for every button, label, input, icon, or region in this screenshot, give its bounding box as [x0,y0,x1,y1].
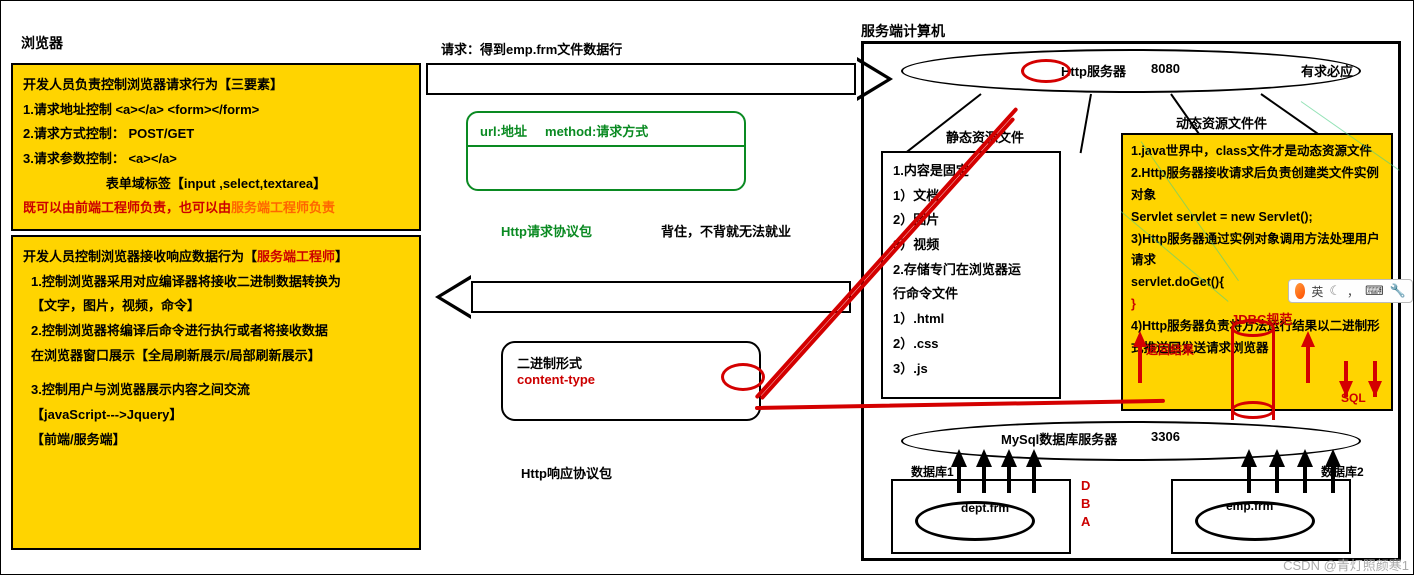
text: Servlet servlet = new Servlet(); [1131,207,1383,229]
jdbc-cylinder [1231,319,1275,419]
text: 在浏览器窗口展示【全局刷新展示/局部刷新展示】 [23,344,409,369]
text: 2.存储专门在浏览器运 [893,258,1049,283]
server-computer-label: 服务端计算机 [861,21,945,41]
red-down-arrow [1339,381,1353,397]
binary-form: 二进制形式 [517,353,745,372]
text: 3)Http服务器通过实例对象调用方法处理用户 [1131,229,1383,251]
red-up-arrow [1301,331,1315,347]
text: 1）.html [893,307,1049,332]
database-2 [1171,479,1351,554]
text: 1.java世界中，class文件才是动态资源文件 [1131,141,1383,163]
text: 服务端工程师负责 [231,200,335,215]
jdbc-label: JDBC规范 [1231,309,1292,328]
request-arrow [426,63,856,95]
text: 对象 [1131,185,1383,207]
text: 2.控制浏览器将编译后命令进行执行或者将接收数据 [23,319,409,344]
keyboard-icon[interactable]: ⌨ [1365,283,1384,299]
text: 3.控制用户与浏览器展示内容之间交流 [23,378,409,403]
text: 既可以由前端工程师负责，也可以由服务端工程师负责 [23,196,409,221]
frm2-label: emp.frm [1226,499,1273,513]
db1-label: 数据库1 [911,463,954,480]
up-arrow [1297,449,1313,467]
red-up-arrow [1133,331,1147,347]
up-arrow [1269,449,1285,467]
static-resource-box: 1.内容是固定 1）文档 2）图片 3）视频 2.存储专门在浏览器运 行命令文件… [881,151,1061,399]
text: 表单域标签【input ,select,textarea】 [23,172,409,197]
red-down-arrow [1368,381,1382,397]
browser-response-box: 开发人员控制浏览器接收响应数据行为【服务端工程师】 1.控制浏览器采用对应编译器… [11,235,421,550]
settings-icon[interactable]: 🔧 [1390,283,1406,299]
youqiu-label: 有求必应 [1301,61,1353,80]
method-label: method:请求方式 [545,124,648,139]
text: 3）视频 [893,233,1049,258]
response-arrow [471,281,851,313]
http-server-ellipse [901,49,1361,93]
request-label: 请求：得到emp.frm文件数据行 [441,39,622,58]
http-response-label: Http响应协议包 [521,463,612,482]
dba-label: D B A [1081,477,1091,532]
up-arrow [951,449,967,467]
response-arrow-head [435,275,471,319]
text: 请求 [1131,250,1383,272]
divider [468,145,744,147]
text: 【文字，图片，视频，命令】 [23,294,409,319]
ime-lang[interactable]: 英 [1311,283,1323,300]
http-request-package: url:地址 method:请求方式 [466,111,746,191]
port-3306: 3306 [1151,429,1180,444]
browser-request-box: 开发人员负责控制浏览器请求行为【三要素】 1.请求地址控制 <a></a> <f… [11,63,421,231]
mysql-label: MySql数据库服务器 [1001,429,1117,448]
text: 开发人员控制浏览器接收响应数据行为【 [23,249,257,264]
up-arrow [976,449,992,467]
text: 1.请求地址控制 <a></a> <form></form> [23,98,409,123]
url-label: url:地址 [480,124,527,139]
port-8080: 8080 [1151,61,1180,76]
text: 1）文档 [893,184,1049,209]
up-arrow [1325,449,1341,467]
up-arrow [1001,449,1017,467]
browser-label: 浏览器 [21,33,63,53]
text: 2.请求方式控制： POST/GET [23,122,409,147]
text: 3.请求参数控制： <a></a> [23,147,409,172]
ime-toolbar[interactable]: 英 ☾ ， ⌨ 🔧 [1288,279,1413,303]
text: 服务端工程师 [257,249,335,264]
comma-icon[interactable]: ， [1347,283,1359,300]
frm1-label: dept.frm [961,501,1009,515]
text: 【javaScript--->Jquery】 [23,403,409,428]
http-request-label: Http请求协议包 [501,221,592,240]
text: 2）.css [893,332,1049,357]
text: 开发人员控制浏览器接收响应数据行为【服务端工程师】 [23,245,409,270]
up-arrow [1026,449,1042,467]
text: 【前端/服务端】 [23,428,409,453]
mysql-ellipse [901,421,1361,461]
text: 既可以由前端工程师负责，也可以由 [23,200,231,215]
content-type: content-type [517,372,745,387]
return-result-label: 返回结果 [1146,341,1194,358]
red-highlight-ellipse [721,363,765,391]
remember-text: 背住，不背就无法就业 [661,221,791,240]
text: 1.控制浏览器采用对应编译器将接收二进制数据转换为 [23,270,409,295]
database-1 [891,479,1071,554]
ime-logo-icon[interactable] [1295,283,1305,299]
text: 开发人员负责控制浏览器请求行为【三要素】 [23,73,409,98]
watermark: CSDN @青灯照颜寒1 [1283,555,1409,574]
moon-icon[interactable]: ☾ [1329,283,1341,299]
text: 】 [335,249,348,264]
text: 3）.js [893,357,1049,382]
dynamic-resource-label: 动态资源文件件 [1176,113,1267,132]
text: 行命令文件 [893,282,1049,307]
up-arrow [1241,449,1257,467]
diagram-canvas: 浏览器 开发人员负责控制浏览器请求行为【三要素】 1.请求地址控制 <a></a… [0,0,1414,575]
red-highlight-ellipse [1021,59,1071,83]
